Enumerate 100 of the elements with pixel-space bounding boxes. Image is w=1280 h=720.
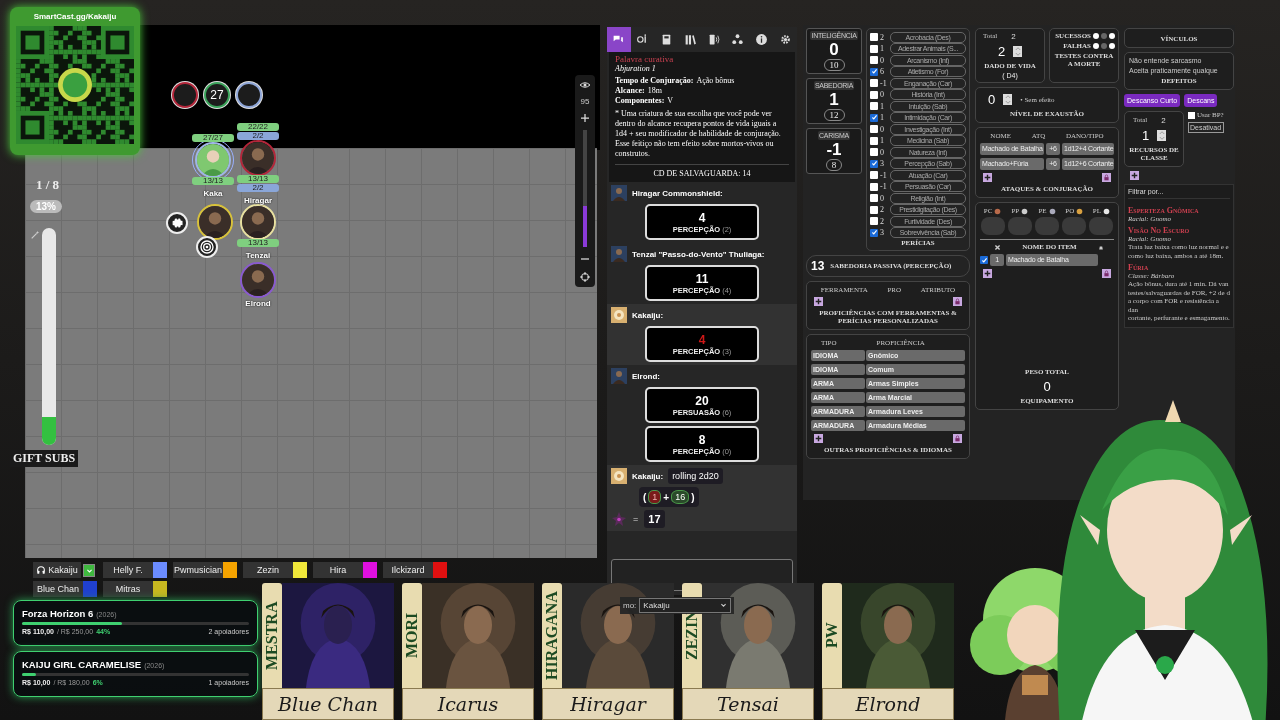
player-label: Zezin <box>257 565 279 575</box>
skill-checkbox[interactable] <box>870 44 878 53</box>
chevrons-icon <box>1014 47 1021 56</box>
skill-bonus: 3 <box>880 228 885 238</box>
coin-field[interactable] <box>1062 217 1087 235</box>
hp-bar: 27/27 <box>192 134 234 142</box>
feature-name: Visão No Escuro <box>1128 226 1191 235</box>
spinner-button[interactable] <box>1003 94 1013 105</box>
add-button[interactable] <box>814 434 823 443</box>
skill-checkbox[interactable] <box>870 56 878 65</box>
skill-checkbox[interactable] <box>870 171 878 180</box>
caret-icon <box>720 602 728 609</box>
plus-icon <box>984 270 991 277</box>
skill-checkbox[interactable] <box>870 125 878 134</box>
zoom-in-icon[interactable] <box>579 112 591 124</box>
spinner-button[interactable] <box>1157 130 1167 141</box>
hit-dice-value: 2 <box>997 44 1006 59</box>
turn-marker[interactable]: 27 <box>204 82 230 108</box>
skill-checkbox[interactable] <box>870 148 878 157</box>
token-name: Kaka <box>202 189 224 198</box>
save-dot[interactable] <box>1109 33 1115 39</box>
add-button[interactable] <box>983 269 992 278</box>
exhaustion-value: 0 <box>988 92 996 107</box>
sub-count: 1 / 8 <box>36 177 60 193</box>
lock-button[interactable] <box>1102 173 1111 182</box>
ability-modifier: 0 <box>829 40 839 59</box>
save-dot[interactable] <box>1109 43 1115 49</box>
lock-icon <box>954 298 961 305</box>
player-label: Pwmusician <box>174 565 222 575</box>
skill-checkbox[interactable] <box>870 182 878 191</box>
save-dot[interactable] <box>1093 43 1099 49</box>
turn-marker[interactable] <box>236 82 262 108</box>
map-token[interactable] <box>195 142 231 178</box>
save-dot[interactable] <box>1101 43 1107 49</box>
total-value: 2 <box>1011 32 1016 41</box>
token-name: Tenzai <box>244 251 272 260</box>
skill-checkbox[interactable] <box>870 217 878 226</box>
crosshair-icon[interactable] <box>579 271 591 283</box>
lock-button[interactable] <box>953 434 962 443</box>
lock-button[interactable] <box>1102 269 1111 278</box>
spell-description: * Uma criatura de sua escolha que você pode ver dentro do alcance recupera pontos de vida iguais a 1d4 + seu modificador de habilidade de conjuração. Esse feitiço não tem efeito sobre mortos-vivos ou construtos. <box>615 109 782 159</box>
skill-bonus: 2 <box>880 205 885 215</box>
skill-checkbox[interactable] <box>870 90 878 99</box>
weight-icon <box>1098 244 1104 250</box>
equipped-checkbox[interactable] <box>980 256 988 264</box>
coin-field[interactable] <box>1035 217 1059 235</box>
total-value: 2 <box>1161 116 1166 125</box>
map-token[interactable] <box>197 204 233 240</box>
add-button[interactable] <box>983 173 992 182</box>
skill-bonus: -1 <box>880 182 888 192</box>
add-button[interactable] <box>814 297 823 306</box>
zoom-value: 95 <box>580 97 590 106</box>
check-icon <box>980 256 988 264</box>
spinner-button[interactable] <box>1013 46 1023 57</box>
ability-modifier: -1 <box>826 140 842 159</box>
coin-field[interactable] <box>1089 217 1114 235</box>
roll-total: 11 <box>695 271 709 286</box>
save-dot[interactable] <box>1093 33 1099 39</box>
check-icon <box>870 68 878 76</box>
lock-button[interactable] <box>953 297 962 306</box>
map-token[interactable] <box>240 140 276 176</box>
player-label: Ilckizard <box>391 565 425 575</box>
skill-checkbox[interactable] <box>870 205 878 214</box>
name-banner: Hiragar <box>542 688 674 720</box>
hp-bar: 13/13 <box>237 175 279 183</box>
equals-sign: = <box>633 514 639 524</box>
skill-checkbox[interactable] <box>870 113 878 122</box>
skill-checkbox[interactable] <box>870 102 878 111</box>
skill-checkbox[interactable] <box>870 67 878 76</box>
skill-bonus: 3 <box>880 159 885 169</box>
feature-name: Esperteza Gnômica <box>1128 206 1200 215</box>
turn-marker[interactable] <box>172 82 198 108</box>
skill-checkbox[interactable] <box>870 136 878 145</box>
spell-name: Palavra curativa <box>615 54 675 64</box>
die-result: 1 <box>648 490 662 504</box>
skill-checkbox[interactable] <box>870 79 878 88</box>
plus-icon <box>984 174 991 181</box>
skill-checkbox[interactable] <box>870 159 878 168</box>
add-button[interactable] <box>1130 171 1139 180</box>
coin-icon <box>994 207 1002 215</box>
coin-icon <box>1021 207 1029 215</box>
save-dot[interactable] <box>1101 33 1107 39</box>
skill-checkbox[interactable] <box>870 194 878 203</box>
speak-as-select[interactable]: Kakaiju <box>639 598 732 613</box>
spell-school: Abjuration 1 <box>615 64 657 73</box>
name-banner: Icarus <box>402 688 534 720</box>
bp-checkbox[interactable] <box>1188 111 1195 119</box>
eye-icon[interactable] <box>579 79 591 91</box>
gear-icon <box>170 216 184 230</box>
coin-field[interactable] <box>980 217 1005 235</box>
close-icon[interactable] <box>994 243 1001 251</box>
skill-bonus: 6 <box>880 67 885 77</box>
chat-tab[interactable] <box>607 27 631 52</box>
skill-checkbox[interactable] <box>870 228 878 237</box>
skill-bonus: 1 <box>880 101 885 111</box>
skill-checkbox[interactable] <box>870 33 878 42</box>
roll-total: 4 <box>698 332 706 347</box>
zoom-slider[interactable] <box>583 130 587 247</box>
chat-speaker: Kakaiju: <box>632 310 664 320</box>
coin-field[interactable] <box>1007 217 1032 235</box>
